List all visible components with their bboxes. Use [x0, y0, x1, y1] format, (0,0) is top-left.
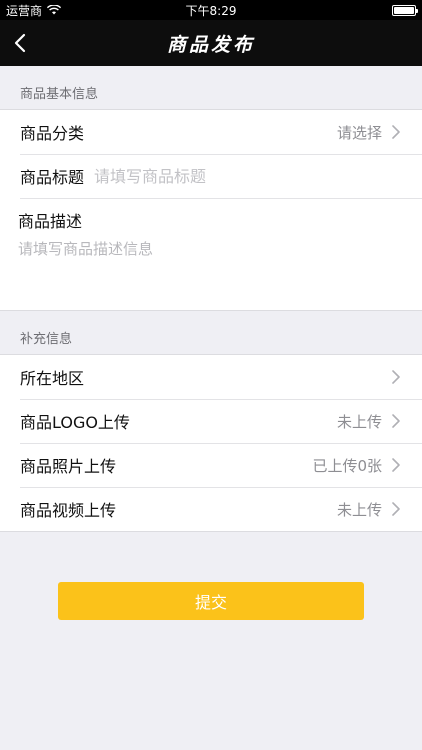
logo-upload-status: 未上传	[336, 412, 382, 431]
back-button[interactable]	[14, 20, 50, 66]
chevron-right-icon	[392, 125, 400, 139]
description-block: 商品描述	[0, 198, 422, 310]
basic-info-group: 商品分类 请选择 商品标题 商品描述	[0, 109, 422, 311]
photo-upload-label: 商品照片上传	[20, 457, 117, 476]
carrier-name: 运营商	[6, 3, 43, 18]
title-label: 商品标题	[20, 168, 85, 187]
chevron-right-icon	[392, 370, 400, 384]
photo-upload-row[interactable]: 商品照片上传 已上传0张	[0, 443, 422, 487]
logo-upload-label: 商品LOGO上传	[20, 413, 130, 432]
region-label: 所在地区	[20, 369, 85, 388]
extra-info-group: 所在地区 商品LOGO上传 未上传 商品照片上传 已上传0张 商品视频上传 未上…	[0, 354, 422, 532]
battery-level	[394, 6, 414, 14]
logo-upload-row[interactable]: 商品LOGO上传 未上传	[0, 399, 422, 443]
category-value: 请选择	[336, 123, 382, 142]
nav-bar: 商品发布	[0, 20, 422, 66]
submit-area: 提交	[0, 532, 422, 620]
description-label: 商品描述	[18, 212, 83, 231]
title-input[interactable]	[94, 166, 402, 186]
chevron-right-icon	[392, 458, 400, 472]
description-textarea[interactable]	[18, 238, 404, 298]
battery-icon	[392, 4, 418, 16]
category-row[interactable]: 商品分类 请选择	[0, 110, 422, 154]
status-left: 运营商	[6, 2, 62, 19]
submit-button[interactable]: 提交	[58, 582, 364, 620]
region-row[interactable]: 所在地区	[0, 355, 422, 399]
video-upload-status: 未上传	[336, 500, 382, 519]
video-upload-label: 商品视频上传	[20, 501, 117, 520]
title-row: 商品标题	[0, 154, 422, 198]
page-title: 商品发布	[166, 33, 255, 56]
status-bar: 运营商 下午8:29	[0, 0, 422, 20]
section-header-basic: 商品基本信息	[20, 87, 99, 102]
chevron-right-icon	[392, 502, 400, 516]
chevron-right-icon	[392, 414, 400, 428]
chevron-left-icon	[14, 33, 26, 53]
wifi-icon	[47, 5, 62, 15]
status-time: 下午8:29	[185, 3, 237, 18]
category-label: 商品分类	[20, 124, 85, 143]
photo-upload-status: 已上传0张	[312, 456, 382, 475]
video-upload-row[interactable]: 商品视频上传 未上传	[0, 487, 422, 531]
section-header-extra: 补充信息	[20, 332, 73, 347]
